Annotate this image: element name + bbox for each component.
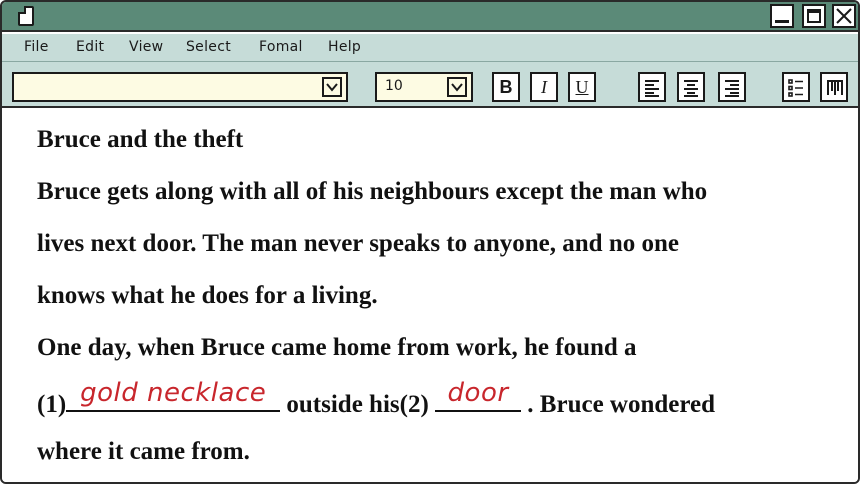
menu-bar: File Edit View Select Fomal Help bbox=[2, 34, 858, 62]
menu-view[interactable]: View bbox=[129, 39, 163, 55]
text-line: knows what he does for a living. bbox=[37, 282, 378, 309]
columns-icon bbox=[827, 80, 843, 95]
document-title: Bruce and the theft bbox=[37, 126, 244, 153]
size-dropdown-button[interactable] bbox=[447, 77, 467, 97]
underline-label: U bbox=[575, 77, 589, 97]
menu-file[interactable]: File bbox=[24, 39, 49, 55]
minimize-button[interactable] bbox=[770, 4, 794, 28]
columns-button[interactable] bbox=[820, 72, 848, 102]
blank-1[interactable]: gold necklace bbox=[66, 378, 281, 412]
menu-help[interactable]: Help bbox=[328, 39, 361, 55]
font-size-select[interactable]: 10 bbox=[375, 72, 473, 102]
format-toolbar: 10 B I U bbox=[2, 62, 858, 108]
blank-number-1: (1) bbox=[37, 391, 67, 418]
underline-button[interactable]: U bbox=[568, 72, 596, 102]
blank-2[interactable]: door bbox=[435, 378, 522, 412]
maximize-button[interactable] bbox=[802, 4, 826, 28]
bulleted-list-icon bbox=[788, 79, 803, 97]
blank-end-text: . Bruce wondered bbox=[521, 391, 716, 418]
chevron-down-icon bbox=[326, 83, 338, 92]
bold-button[interactable]: B bbox=[492, 72, 520, 102]
close-icon bbox=[836, 8, 852, 24]
align-left-icon bbox=[645, 80, 659, 97]
italic-label: I bbox=[541, 77, 547, 97]
document-body[interactable]: Bruce and the theft Bruce gets along wit… bbox=[2, 110, 858, 482]
font-dropdown-button[interactable] bbox=[322, 77, 342, 97]
align-left-button[interactable] bbox=[638, 72, 666, 102]
text-line: One day, when Bruce came home from work,… bbox=[37, 334, 637, 361]
close-button[interactable] bbox=[832, 4, 856, 28]
align-right-button[interactable] bbox=[718, 72, 746, 102]
bulleted-list-button[interactable] bbox=[782, 72, 810, 102]
text-line: lives next door. The man never speaks to… bbox=[37, 230, 679, 257]
menu-select[interactable]: Select bbox=[186, 39, 231, 55]
answer-2: door bbox=[447, 378, 509, 408]
title-bar bbox=[2, 2, 858, 32]
align-center-button[interactable] bbox=[677, 72, 705, 102]
italic-button[interactable]: I bbox=[530, 72, 558, 102]
align-center-icon bbox=[684, 80, 698, 97]
fill-in-line: (1) gold necklace outside his(2) door . B… bbox=[37, 378, 716, 419]
font-size-value: 10 bbox=[385, 78, 403, 94]
align-right-icon bbox=[725, 80, 739, 97]
menu-fomal[interactable]: Fomal bbox=[259, 39, 303, 55]
text-line: Bruce gets along with all of his neighbo… bbox=[37, 178, 708, 205]
document-icon bbox=[18, 6, 34, 26]
menu-edit[interactable]: Edit bbox=[76, 39, 104, 55]
blank-middle-text: outside his(2) bbox=[280, 391, 436, 418]
answer-1: gold necklace bbox=[80, 378, 267, 408]
editor-window: File Edit View Select Fomal Help 10 B I … bbox=[0, 0, 860, 484]
bold-label: B bbox=[499, 77, 513, 97]
text-line: where it came from. bbox=[37, 438, 250, 465]
chevron-down-icon bbox=[451, 83, 463, 92]
font-family-select[interactable] bbox=[12, 72, 348, 102]
